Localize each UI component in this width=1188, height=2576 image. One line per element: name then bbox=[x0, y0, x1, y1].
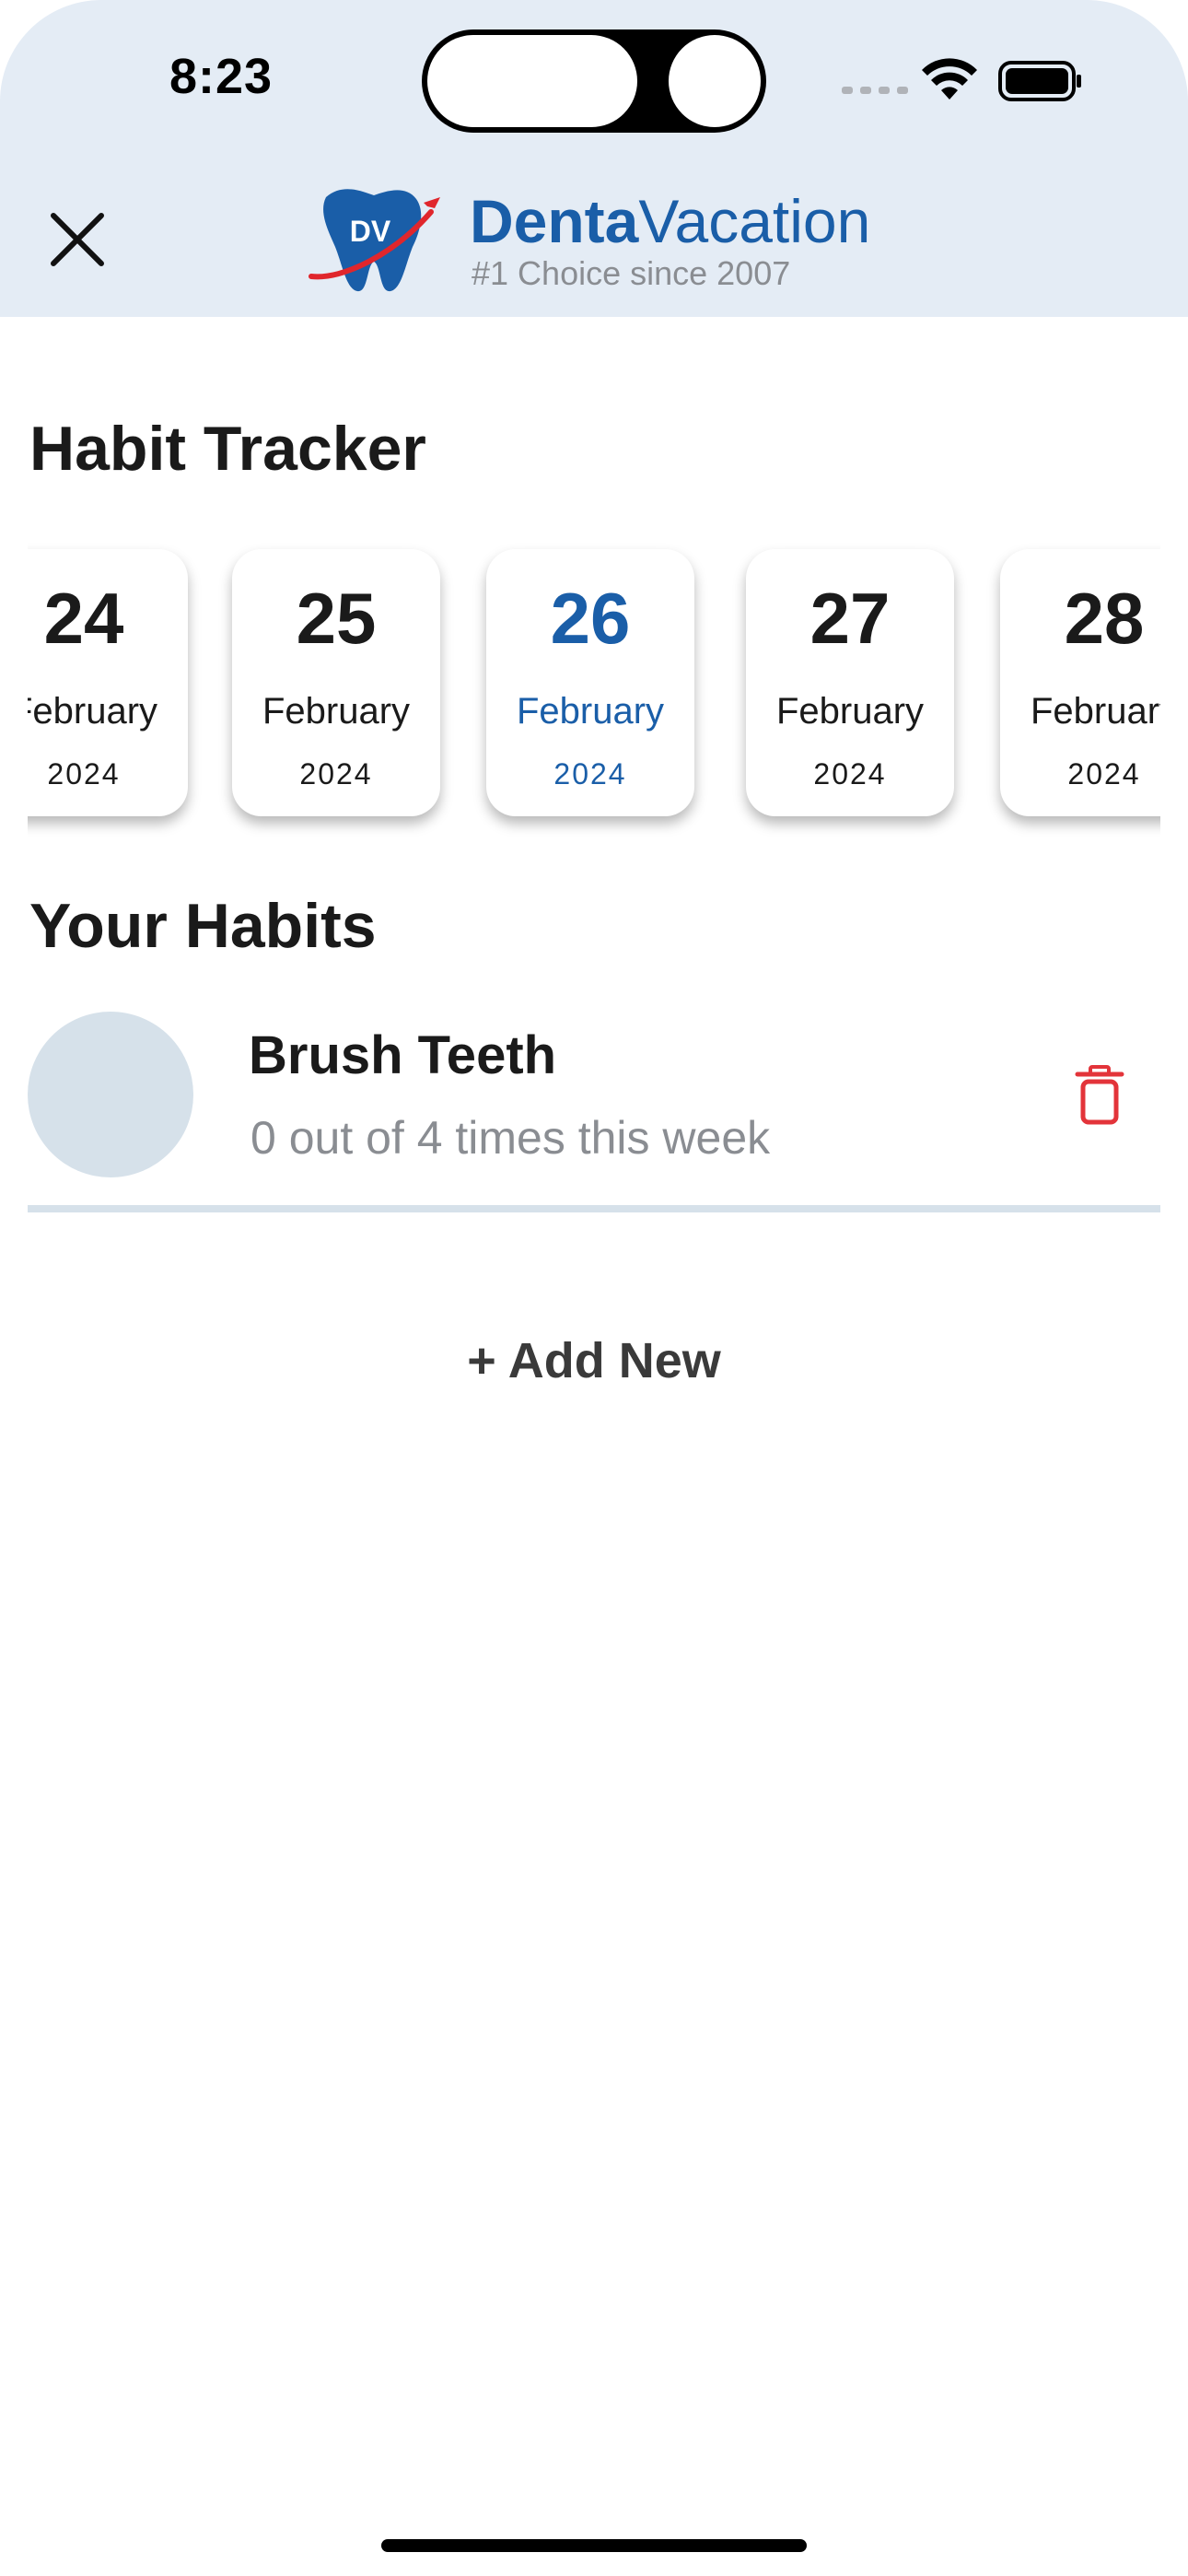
brand-tagline: #1 Choice since 2007 bbox=[472, 254, 791, 292]
svg-text:DV: DV bbox=[350, 215, 391, 248]
brand-name: DentaVacation bbox=[470, 187, 871, 255]
add-new-button[interactable]: + Add New bbox=[0, 1332, 1188, 1389]
date-card[interactable]: 27 February 2024 bbox=[746, 549, 954, 816]
cellular-signal-icon bbox=[842, 87, 908, 94]
date-card[interactable]: 28 February 2024 bbox=[1000, 549, 1160, 816]
trash-icon[interactable] bbox=[1074, 1065, 1125, 1126]
habit-progress-text: 0 out of 4 times this week bbox=[250, 1112, 771, 1164]
habit-list-item[interactable]: Brush Teeth 0 out of 4 times this week bbox=[28, 1010, 1160, 1214]
date-card-selected[interactable]: 26 February 2024 bbox=[486, 549, 694, 816]
close-button[interactable] bbox=[46, 208, 109, 271]
habits-section-title: Your Habits bbox=[29, 891, 377, 961]
date-card[interactable]: 24 February 2024 bbox=[28, 549, 188, 816]
brand-logo: DV bbox=[309, 189, 440, 292]
habit-divider bbox=[28, 1205, 1160, 1212]
page-title: Habit Tracker bbox=[29, 414, 426, 484]
dynamic-island bbox=[422, 29, 766, 133]
status-time: 8:23 bbox=[169, 49, 274, 104]
home-indicator[interactable] bbox=[381, 2539, 807, 2552]
habit-name: Brush Teeth bbox=[249, 1025, 557, 1085]
date-card[interactable]: 25 February 2024 bbox=[232, 549, 440, 816]
habit-progress-circle[interactable] bbox=[28, 1012, 193, 1177]
battery-icon bbox=[998, 61, 1081, 101]
wifi-icon bbox=[922, 58, 977, 100]
app-header: 8:23 DV DentaVacation #1 Choice since 20… bbox=[0, 0, 1188, 317]
date-strip[interactable]: 24 February 2024 25 February 2024 26 Feb… bbox=[28, 533, 1160, 837]
